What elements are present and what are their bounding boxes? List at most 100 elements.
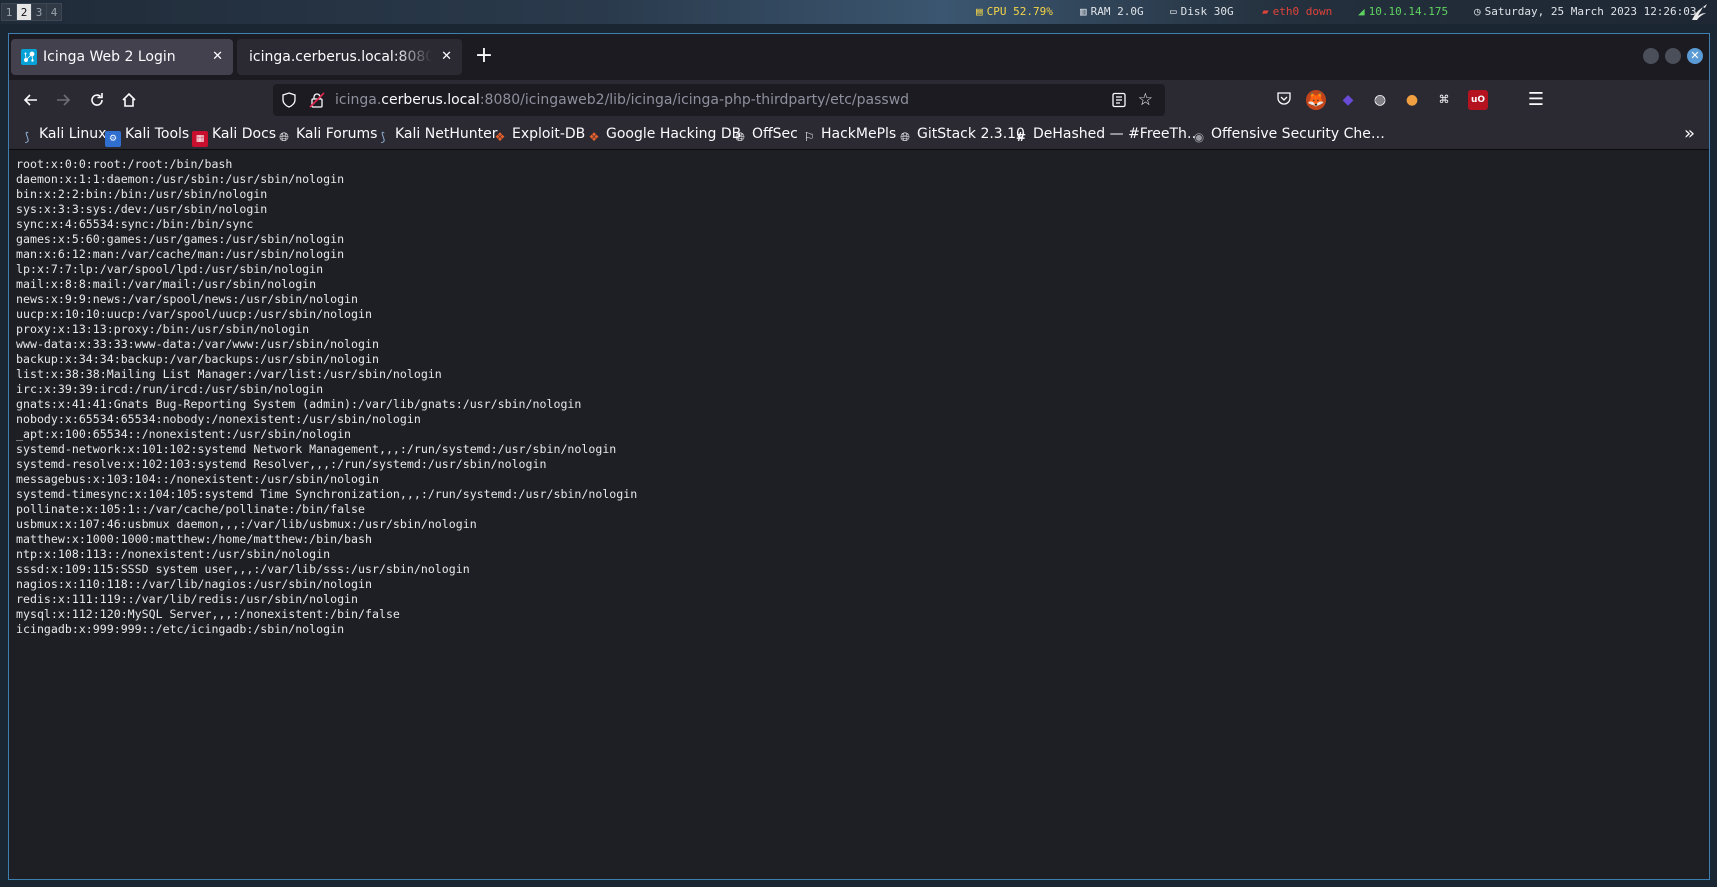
- extension-icon[interactable]: ⌘: [1434, 90, 1454, 110]
- vpn-ip-label: 10.10.14.175: [1368, 5, 1449, 18]
- passwd-file-text: root:x:0:0:root:/root:/bin/bash daemon:x…: [16, 157, 638, 636]
- bookmark-label: Offensive Security Che…: [1211, 126, 1385, 142]
- signal-icon: ◢: [1358, 5, 1365, 18]
- tab-title: icinga.cerberus.local:8080/icinga: [249, 49, 432, 65]
- ram-monitor: ▥ RAM 2.0G: [1080, 0, 1144, 24]
- disk-label: Disk 30G: [1180, 5, 1234, 18]
- bookmark-label: Kali NetHunter: [395, 126, 498, 142]
- eth-monitor: ▰ eth0 down: [1262, 0, 1332, 24]
- extension-orange-icon[interactable]: ●: [1402, 90, 1422, 110]
- globe-icon: 🌐︎: [735, 130, 745, 144]
- bookmark-google-hacking-db[interactable]: ❖ Google Hacking DB: [586, 120, 742, 148]
- bookmark-label: HackMePls: [821, 126, 897, 142]
- reader-view-icon[interactable]: [1111, 92, 1127, 108]
- home-button[interactable]: [115, 86, 143, 114]
- foxyproxy-icon[interactable]: 🦊: [1306, 90, 1326, 110]
- bookmark-kali-docs[interactable]: ▦ Kali Docs: [192, 120, 276, 148]
- tracking-protection-icon[interactable]: [281, 92, 297, 108]
- bookmark-gitstack[interactable]: 🌐︎ GitStack 2.3.10: [897, 120, 1025, 148]
- bookmark-offsec[interactable]: 🌐︎ OffSec: [732, 120, 798, 148]
- bookmark-label: Kali Tools: [125, 126, 190, 142]
- bookmark-kali-linux[interactable]: ⟆ Kali Linux: [19, 120, 107, 148]
- clock-icon: ◷: [1474, 5, 1481, 18]
- datetime-label: Saturday, 25 March 2023 12:26:03: [1484, 5, 1697, 18]
- bookmark-label: DeHashed — #FreeTh…: [1033, 126, 1201, 142]
- close-window-button[interactable]: ✕: [1687, 48, 1703, 64]
- globe-icon: 🌐︎: [279, 130, 289, 144]
- forward-arrow-icon: [57, 94, 71, 106]
- bookmark-label: GitStack 2.3.10: [917, 126, 1025, 142]
- bookmark-label: Exploit-DB: [512, 126, 586, 142]
- bookmark-exploit-db[interactable]: ❖ Exploit-DB: [492, 120, 586, 148]
- reload-icon: [91, 93, 103, 106]
- tab-passwd[interactable]: icinga.cerberus.local:8080/icinga ✕: [237, 39, 462, 75]
- bookmark-offensive-security-cheatsheet[interactable]: ◉ Offensive Security Che…: [1191, 120, 1385, 148]
- insecure-lock-icon[interactable]: [309, 92, 325, 108]
- kali-tools-icon: ⚙: [105, 131, 121, 147]
- ram-icon: ▥: [1080, 5, 1087, 18]
- workspace-4-button[interactable]: 4: [46, 3, 62, 21]
- exploit-db-icon: ❖: [588, 130, 600, 144]
- new-tab-button[interactable]: +: [471, 44, 497, 70]
- tab-bar: Icinga Web 2 Login ✕ icinga.cerberus.loc…: [9, 34, 1709, 80]
- close-tab-icon[interactable]: ✕: [441, 39, 452, 75]
- kali-menu-icon[interactable]: [1689, 2, 1709, 22]
- flag-icon: ⚐: [803, 130, 815, 144]
- kali-docs-icon: ▦: [192, 131, 208, 147]
- cpu-label: CPU 52.79%: [986, 5, 1053, 18]
- icinga-icon: [21, 49, 37, 65]
- bookmarks-overflow-chevron-icon[interactable]: »: [1684, 122, 1695, 146]
- browser-window: Icinga Web 2 Login ✕ icinga.cerberus.loc…: [8, 33, 1710, 880]
- back-arrow-icon: [23, 94, 37, 106]
- page-content: root:x:0:0:root:/root:/bin/bash daemon:x…: [9, 150, 1709, 879]
- bookmark-label: Kali Forums: [296, 126, 378, 142]
- ethernet-icon: ▰: [1262, 5, 1269, 18]
- workspace-3-button[interactable]: 3: [31, 3, 47, 21]
- clock: ◷ Saturday, 25 March 2023 12:26:03: [1474, 0, 1697, 24]
- pocket-icon[interactable]: [1274, 90, 1294, 110]
- bookmark-label: OffSec: [752, 126, 798, 142]
- globe-icon: 🌐︎: [900, 130, 910, 144]
- bookmark-kali-tools[interactable]: ⚙ Kali Tools: [105, 120, 189, 148]
- url-domain: cerberus.local: [381, 92, 480, 108]
- cpu-monitor: ▤ CPU 52.79%: [976, 0, 1053, 24]
- disk-monitor: ▭ Disk 30G: [1170, 0, 1234, 24]
- bookmark-dehashed[interactable]: # DeHashed — #FreeTh…: [1013, 120, 1201, 148]
- hash-icon: #: [1015, 130, 1027, 144]
- workspace-1-button[interactable]: 1: [1, 3, 17, 21]
- back-button[interactable]: [17, 86, 45, 114]
- bookmark-kali-nethunter[interactable]: ⟆ Kali NetHunter: [375, 120, 498, 148]
- tab-icinga-login[interactable]: Icinga Web 2 Login ✕: [11, 39, 233, 75]
- cpu-icon: ▤: [976, 5, 983, 18]
- bookmark-label: Kali Linux: [39, 126, 107, 142]
- forward-button[interactable]: [49, 86, 77, 114]
- bookmark-hackmepls[interactable]: ⚐ HackMePls: [801, 120, 897, 148]
- minimize-button[interactable]: [1643, 48, 1659, 64]
- url-path: :8080/icingaweb2/lib/icinga/icinga-php-t…: [479, 92, 910, 108]
- cookie-editor-icon[interactable]: ◍: [1370, 90, 1390, 110]
- bookmark-star-icon[interactable]: ☆: [1138, 90, 1153, 110]
- offsec-icon: ◉: [1193, 130, 1205, 144]
- close-tab-icon[interactable]: ✕: [212, 39, 223, 75]
- bookmarks-toolbar: ⟆ Kali Linux ⚙ Kali Tools ▦ Kali Docs 🌐︎ Kal…: [9, 120, 1709, 150]
- home-icon: [122, 92, 136, 107]
- hamburger-menu-button[interactable]: ☰: [1526, 90, 1546, 110]
- system-top-panel: 1 2 3 4 ▤ CPU 52.79% ▥ RAM 2.0G ▭ Disk 30G …: [0, 0, 1717, 24]
- bookmark-kali-forums[interactable]: 🌐︎ Kali Forums: [276, 120, 377, 148]
- url-text[interactable]: icinga.cerberus.local:8080/icingaweb2/li…: [335, 84, 909, 116]
- vpn-monitor: ◢ 10.10.14.175: [1358, 0, 1448, 24]
- wappalyzer-icon[interactable]: ◆: [1338, 90, 1358, 110]
- url-bar[interactable]: icinga.cerberus.local:8080/icingaweb2/li…: [273, 84, 1165, 116]
- workspace-2-button[interactable]: 2: [16, 3, 32, 21]
- reload-button[interactable]: [83, 86, 111, 114]
- ram-label: RAM 2.0G: [1090, 5, 1144, 18]
- eth-label: eth0 down: [1272, 5, 1333, 18]
- ublock-origin-icon[interactable]: uO: [1468, 90, 1488, 110]
- disk-icon: ▭: [1170, 5, 1177, 18]
- bookmark-label: Kali Docs: [212, 126, 277, 142]
- navigation-toolbar: icinga.cerberus.local:8080/icingaweb2/li…: [9, 80, 1709, 120]
- bookmark-label: Google Hacking DB: [606, 126, 742, 142]
- maximize-button[interactable]: [1665, 48, 1681, 64]
- kali-dragon-icon: ⟆: [380, 130, 386, 144]
- tab-title: Icinga Web 2 Login: [43, 49, 176, 65]
